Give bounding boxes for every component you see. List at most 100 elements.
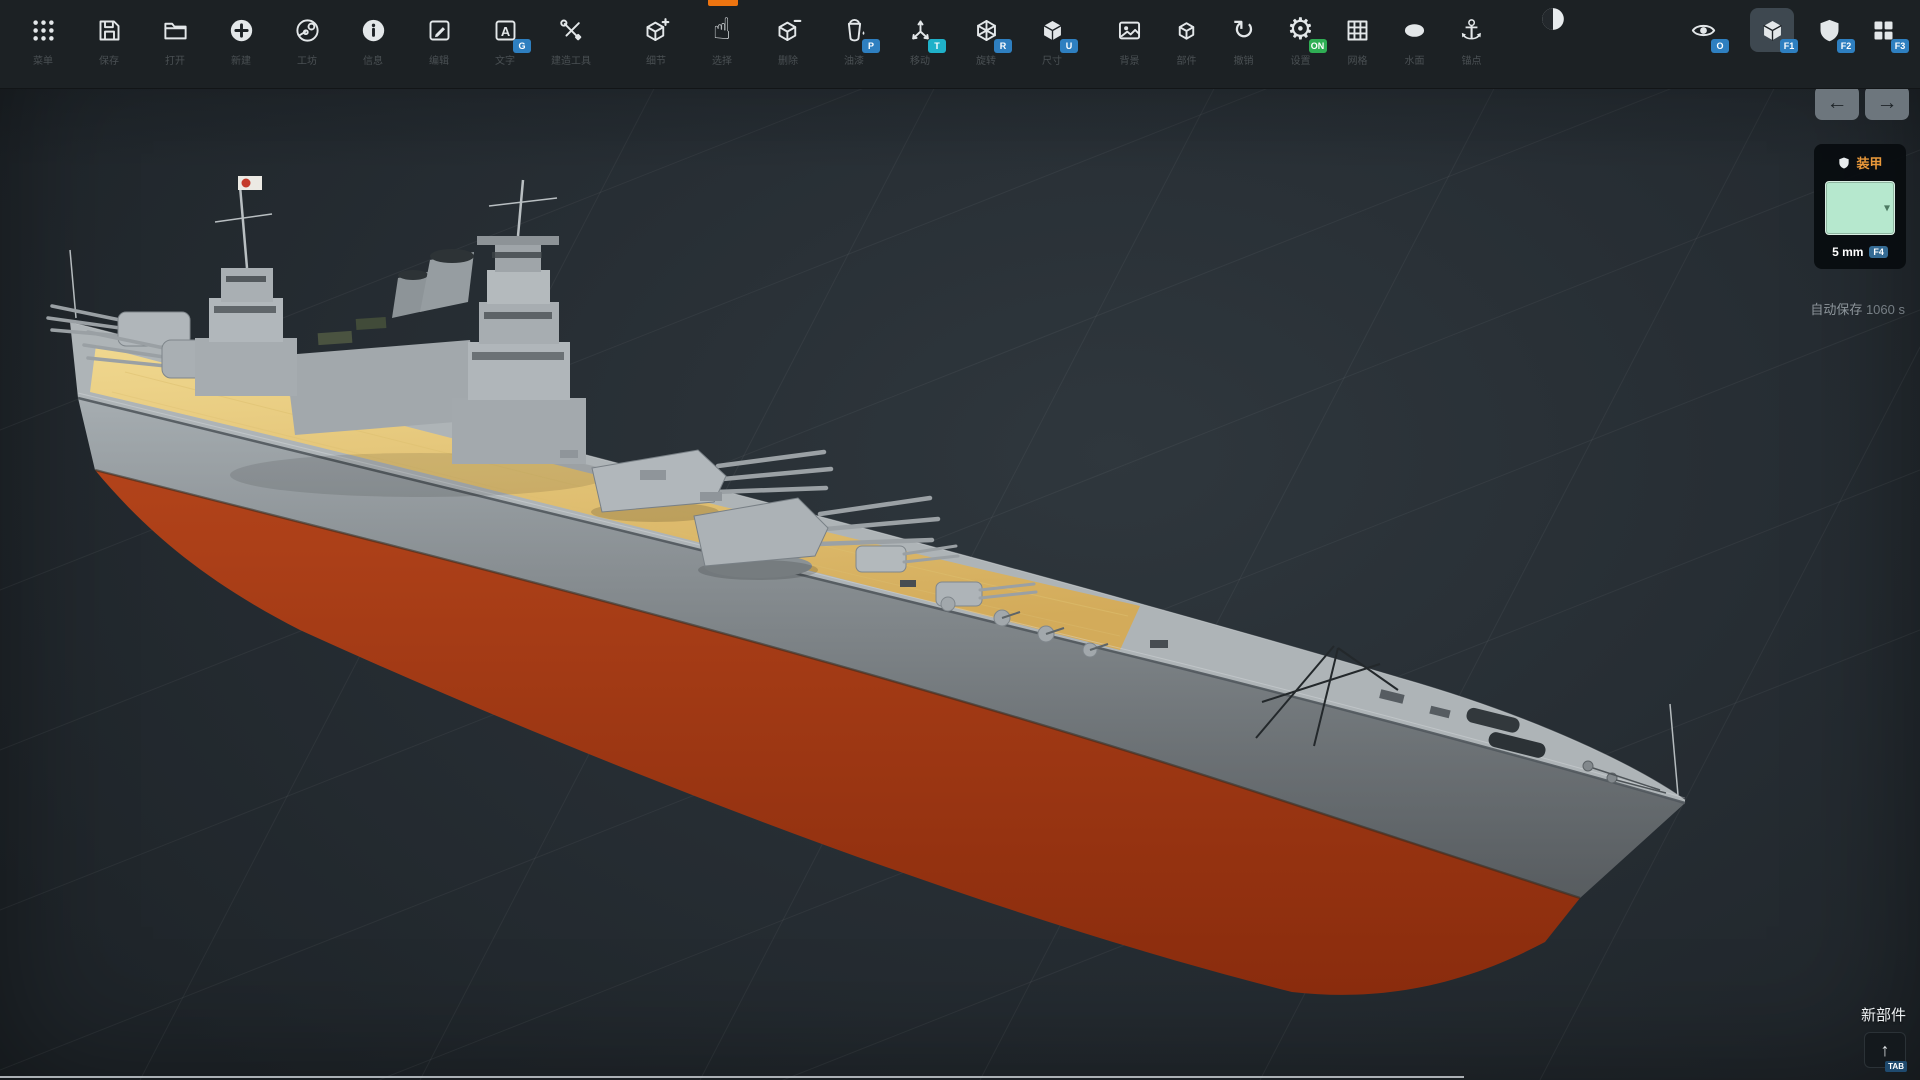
toolbar-item-label: 文字 [495, 52, 515, 67]
toolbar-new-button[interactable]: 新建 [208, 0, 274, 67]
new-part-button[interactable]: ↑ TAB [1864, 1032, 1906, 1068]
armor-hotkey-badge: F4 [1869, 246, 1888, 258]
capsule-icon [1393, 8, 1437, 52]
eye-icon: O [1681, 8, 1725, 52]
gear-icon: ⚙ON [1279, 8, 1323, 52]
toolbar-blocks-button[interactable]: 部件 [1158, 0, 1215, 67]
toolbar-item-label: 尺寸 [1042, 52, 1062, 67]
toolbar-right-group: OF1F2F3 [1680, 0, 1920, 52]
toolbar-rotate-button[interactable]: R旋转 [953, 0, 1019, 67]
toolbar-left-group: 菜单保存打开新建工坊信息编辑AG文字建造工具细节☝选择删除P油漆T移动R旋转U尺… [0, 0, 1920, 67]
toolbar-remove-part-button[interactable]: 删除 [755, 0, 821, 67]
bucket-icon: P [832, 8, 876, 52]
top-toolbar: 菜单保存打开新建工坊信息编辑AG文字建造工具细节☝选择删除P油漆T移动R旋转U尺… [0, 0, 1920, 89]
toolbar-item-label: 编辑 [429, 52, 449, 67]
plus-circle-icon [219, 8, 263, 52]
paint-hotkey-badge: P [862, 39, 880, 53]
image-icon [1108, 8, 1152, 52]
autosave-status: 自动保存 1060 s [1810, 299, 1905, 318]
toolbar-item-label: 锚点 [1462, 52, 1482, 67]
toolbar-paint-button[interactable]: P油漆 [821, 0, 887, 67]
cube-solid-icon: F1 [1750, 8, 1794, 52]
horizontal-scrollbar[interactable] [0, 1076, 1464, 1078]
armor-thickness-row: 5 mm F4 [1832, 245, 1888, 259]
new-part-label: 新部件 [1861, 1004, 1906, 1025]
editor-screen: 菜单保存打开新建工坊信息编辑AG文字建造工具细节☝选择删除P油漆T移动R旋转U尺… [0, 0, 1920, 1080]
redo-arrow-icon: ↻ [1222, 8, 1266, 52]
toolbar-open-button[interactable]: 打开 [142, 0, 208, 67]
toolbar-settings-button[interactable]: ⚙ON设置 [1272, 0, 1329, 67]
shield-icon [1837, 156, 1851, 170]
toolbar-select-button[interactable]: ☝选择 [689, 0, 755, 67]
shield-icon: F2 [1807, 8, 1851, 52]
info-icon [351, 8, 395, 52]
history-back-button[interactable]: ← [1815, 86, 1859, 120]
toolbar-move-button[interactable]: T移动 [887, 0, 953, 67]
armor-view-hotkey-badge: F2 [1837, 39, 1855, 53]
toolbar-visibility-button[interactable]: O [1680, 8, 1726, 52]
toolbar-rename-button[interactable]: 编辑 [406, 0, 472, 67]
toolbar-workshop-button[interactable]: 工坊 [274, 0, 340, 67]
scale-hotkey-badge: U [1060, 39, 1078, 53]
floppy-icon [87, 8, 131, 52]
armor-thickness-value: 5 mm [1832, 245, 1863, 259]
cube-minus-icon [766, 8, 810, 52]
view-orientation-indicator[interactable] [1540, 6, 1566, 32]
toolbar-add-part-button[interactable]: 细节 [623, 0, 689, 67]
toolbar-item-label: 水面 [1405, 52, 1425, 67]
armor-color-dropdown[interactable]: ▾ [1825, 181, 1895, 235]
toolbar-menu-button[interactable]: 菜单 [10, 0, 76, 67]
sections-view-hotkey-badge: F3 [1891, 39, 1909, 53]
cube-solid-icon: U [1030, 8, 1074, 52]
toolbar-item-label: 背景 [1120, 52, 1140, 67]
left-arrow-icon: ← [1827, 91, 1848, 115]
new-part-section: 新部件 ↑ TAB [1861, 1004, 1906, 1068]
toolbar-grid-button[interactable]: 网格 [1329, 0, 1386, 67]
3d-viewport[interactable] [0, 0, 1920, 1080]
toolbar-blocks-view-button[interactable]: F1 [1749, 8, 1795, 52]
battleship-model [0, 0, 1920, 1080]
svg-text:A: A [500, 23, 509, 38]
folder-icon [153, 8, 197, 52]
blocks-view-hotkey-badge: F1 [1780, 39, 1798, 53]
toolbar-item-label: 选择 [712, 52, 732, 67]
cube-plus-icon [634, 8, 678, 52]
settings-hotkey-badge: ON [1309, 39, 1327, 53]
toolbar-undo-button[interactable]: ↻撤销 [1215, 0, 1272, 67]
grid9-icon [21, 8, 65, 52]
toolbar-item-label: 建造工具 [551, 52, 591, 67]
armor-panel-title: 装甲 [1856, 153, 1882, 172]
toolbar-item-label: 信息 [363, 52, 383, 67]
toolbar-scale-button[interactable]: U尺寸 [1019, 0, 1085, 67]
hand-icon: ☝ [700, 8, 744, 52]
autosave-value: 1060 s [1866, 302, 1905, 317]
toolbar-background-button[interactable]: 背景 [1101, 0, 1158, 67]
toolbar-save-button[interactable]: 保存 [76, 0, 142, 67]
gizmo-icon: T [898, 8, 942, 52]
toolbar-item-label: 旋转 [976, 52, 996, 67]
toolbar-armor-view-button[interactable]: F2 [1806, 8, 1852, 52]
toolbar-sections-view-button[interactable]: F3 [1860, 8, 1906, 52]
nav-arrows: ← → [1815, 86, 1909, 120]
grid4-icon [1336, 8, 1380, 52]
history-forward-button[interactable]: → [1865, 86, 1909, 120]
tab-hotkey-badge: TAB [1885, 1061, 1907, 1072]
tools-icon [549, 8, 593, 52]
move-hotkey-badge: T [928, 39, 946, 53]
toolbar-item-label: 移动 [910, 52, 930, 67]
quad-icon: F3 [1861, 8, 1905, 52]
anchor-icon: ⚓ [1450, 8, 1494, 52]
toolbar-text-decal-button[interactable]: AG文字 [472, 0, 538, 67]
toolbar-item-label: 撤销 [1234, 52, 1254, 67]
toolbar-water-button[interactable]: 水面 [1386, 0, 1443, 67]
toolbar-item-label: 细节 [646, 52, 666, 67]
rotate-hotkey-badge: R [994, 39, 1012, 53]
visibility-hotkey-badge: O [1711, 39, 1729, 53]
toolbar-item-label: 保存 [99, 52, 119, 67]
autosave-label: 自动保存 [1810, 302, 1862, 317]
toolbar-item-label: 网格 [1348, 52, 1368, 67]
toolbar-build-tools-button[interactable]: 建造工具 [538, 0, 604, 67]
toolbar-anchor-button[interactable]: ⚓锚点 [1443, 0, 1500, 67]
toolbar-info-button[interactable]: 信息 [340, 0, 406, 67]
armor-panel-header: 装甲 [1837, 153, 1882, 172]
